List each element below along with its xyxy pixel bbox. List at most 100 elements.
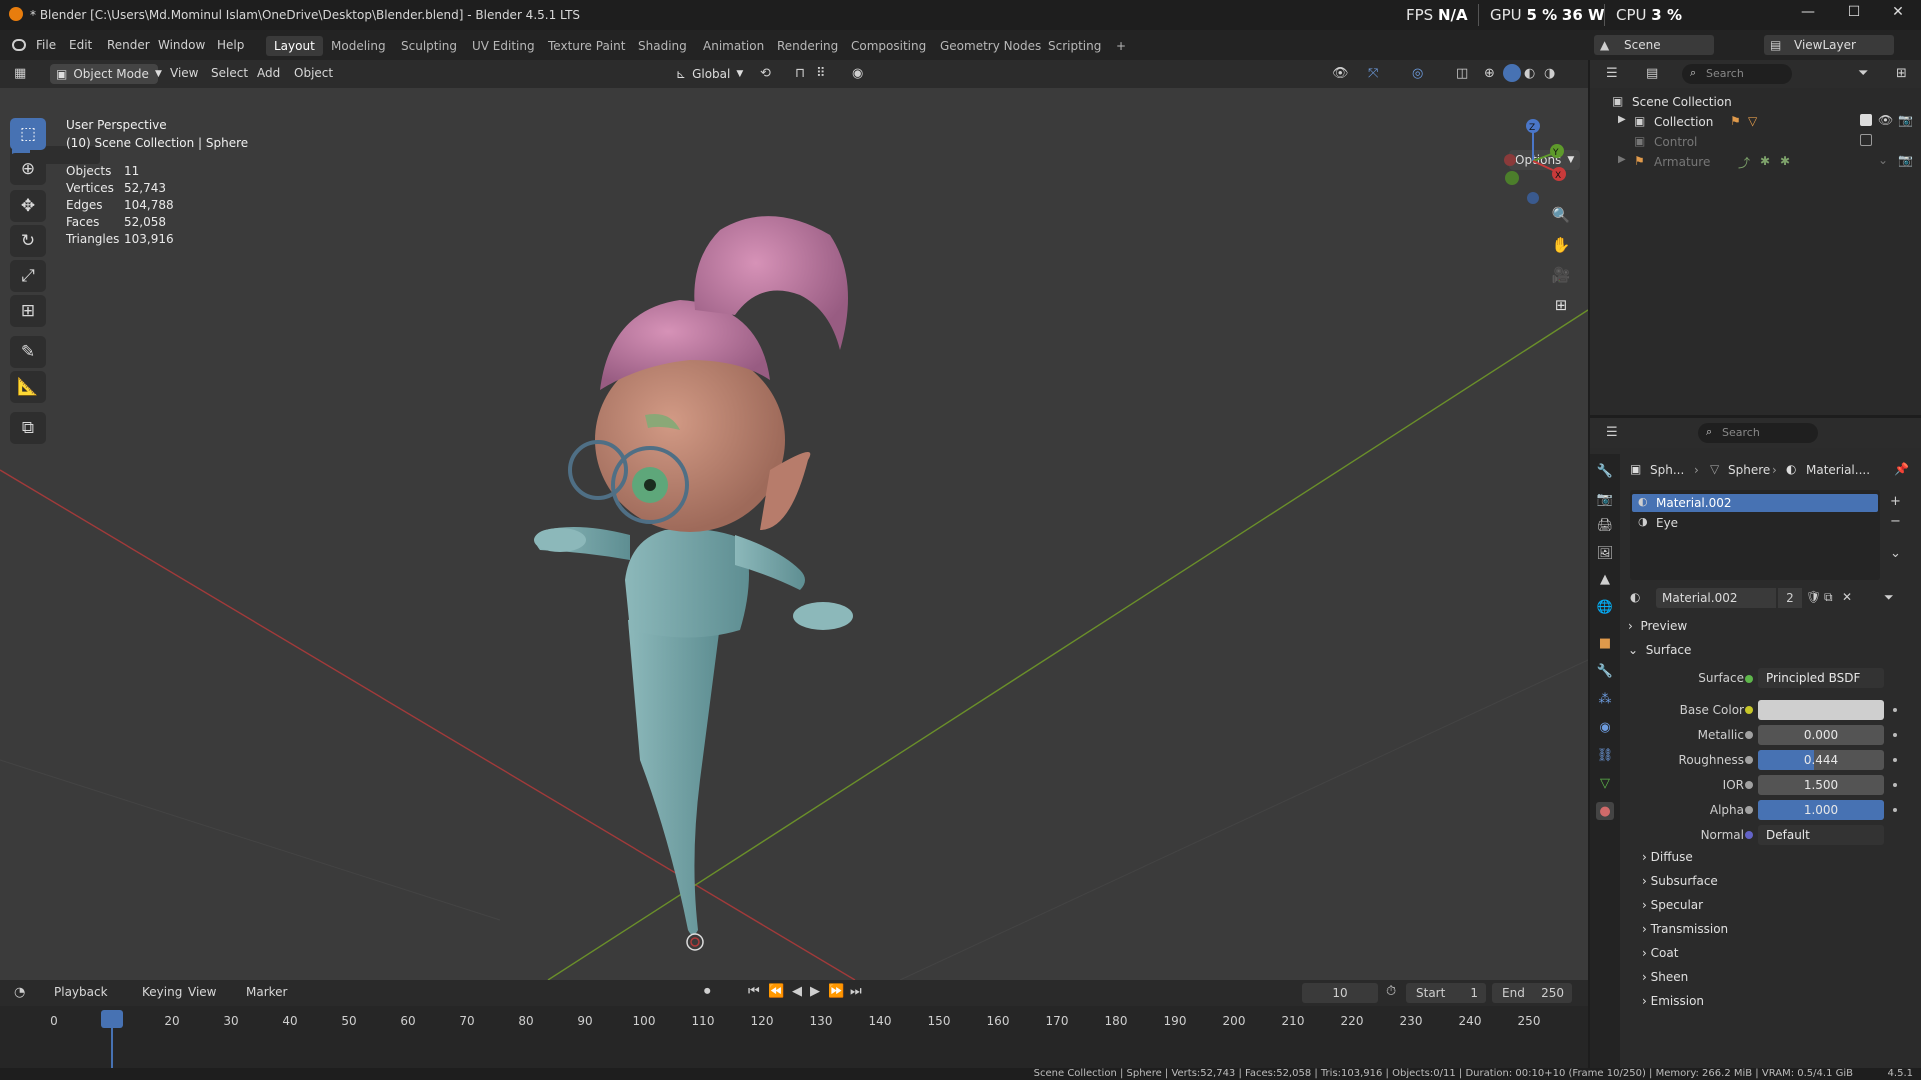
view-layer-selector[interactable]: ▤ ViewLayer <box>1764 35 1894 55</box>
ortho-grid-icon[interactable]: ⊞ <box>1548 292 1574 318</box>
material-datablock[interactable]: ◐ Material.002 2 🛡 ⧉ ✕ ⏷ <box>1626 588 1916 608</box>
outliner-row-scene-collection[interactable]: ▣ Scene Collection <box>1590 92 1921 112</box>
camera-render-icon[interactable]: 📷 <box>1898 153 1913 167</box>
close-button[interactable]: ✕ <box>1875 4 1921 26</box>
socket-icon[interactable] <box>1745 806 1753 814</box>
outliner-row-collection[interactable]: ▶ ▣ Collection ⚑ ▽ 👁 📷 <box>1590 112 1921 132</box>
material-slot-item[interactable]: ◑ Eye <box>1632 514 1878 532</box>
material-name-field[interactable]: Material.002 <box>1656 588 1776 608</box>
subpanel-header[interactable]: › Sheen <box>1642 970 1688 984</box>
tab-texture-paint[interactable]: Texture Paint <box>540 36 633 56</box>
mode-selector[interactable]: ▣ Object Mode ▼ <box>50 64 162 84</box>
display-mode-icon[interactable]: ▤ <box>1646 66 1658 81</box>
preview-panel-header[interactable]: › Preview <box>1628 619 1687 633</box>
editor-type-icon[interactable]: ☰ <box>1606 425 1618 440</box>
camera-render-icon[interactable]: 📷 <box>1898 113 1913 127</box>
node-filter-icon[interactable]: ⏷ <box>1884 590 1894 605</box>
world-tab-icon[interactable]: 🌐 <box>1596 598 1614 616</box>
scene-tab-icon[interactable]: ▲ <box>1596 570 1614 588</box>
property-field[interactable]: 1.500 <box>1758 775 1884 795</box>
menu-add[interactable]: Add <box>257 66 280 80</box>
socket-icon[interactable] <box>1745 706 1753 714</box>
menu-select[interactable]: Select <box>211 66 248 80</box>
wireframe-shading-icon[interactable]: ⊕ <box>1484 66 1495 81</box>
property-field[interactable] <box>1758 700 1884 720</box>
subpanel-header[interactable]: › Emission <box>1642 994 1704 1008</box>
socket-icon[interactable] <box>1745 731 1753 739</box>
tab-scripting[interactable]: Scripting <box>1040 36 1109 56</box>
new-collection-icon[interactable]: ⊞ <box>1896 66 1907 81</box>
tab-compositing[interactable]: Compositing <box>843 36 934 56</box>
zoom-icon[interactable]: 🔍 <box>1548 202 1574 228</box>
minimize-button[interactable]: — <box>1785 4 1831 26</box>
eye-icon[interactable]: 👁 <box>1878 113 1893 127</box>
tab-modeling[interactable]: Modeling <box>323 36 394 56</box>
timeline-ruler[interactable]: 0102030405060708090100110120130140150160… <box>0 980 1588 1068</box>
keyframe-dot-icon[interactable] <box>1893 783 1897 787</box>
pin-icon[interactable]: 📌 <box>1894 462 1909 476</box>
rotate-icon[interactable]: ↻ <box>10 225 46 257</box>
remove-slot-icon[interactable]: − <box>1890 514 1901 529</box>
particles-tab-icon[interactable]: ⁂ <box>1596 690 1614 708</box>
xray-icon[interactable]: ◫ <box>1456 66 1468 81</box>
filter-icon[interactable]: ⏷ <box>1858 66 1868 81</box>
surface-shader-field[interactable]: Principled BSDF <box>1758 668 1884 688</box>
tab-rendering[interactable]: Rendering <box>769 36 846 56</box>
subpanel-header[interactable]: › Specular <box>1642 898 1703 912</box>
menu-file[interactable]: File <box>36 38 56 52</box>
keyframe-dot-icon[interactable] <box>1893 733 1897 737</box>
rendered-shading-icon[interactable]: ◑ <box>1544 66 1555 81</box>
modifier-tab-icon[interactable]: 🔧 <box>1596 662 1614 680</box>
select-box-icon[interactable]: ⬚ <box>10 118 46 150</box>
material-slot-item[interactable]: ◐ Material.002 <box>1632 494 1878 512</box>
material-slot-list[interactable]: ◐ Material.002 ◑ Eye <box>1630 490 1880 580</box>
output-tab-icon[interactable]: 🖨 <box>1596 516 1614 534</box>
subpanel-header[interactable]: › Transmission <box>1642 922 1728 936</box>
menu-render[interactable]: Render <box>107 38 150 52</box>
tab-geometry-nodes[interactable]: Geometry Nodes <box>932 36 1049 56</box>
data-tab-icon[interactable]: ▽ <box>1596 774 1614 792</box>
property-field[interactable]: Default <box>1758 825 1884 845</box>
add-slot-icon[interactable]: + <box>1890 494 1901 509</box>
tab-shading[interactable]: Shading <box>630 36 695 56</box>
subpanel-header[interactable]: › Coat <box>1642 946 1678 960</box>
socket-icon[interactable] <box>1745 831 1753 839</box>
property-field[interactable]: 0.444 <box>1758 750 1884 770</box>
menu-window[interactable]: Window <box>158 38 205 52</box>
fake-user-icon[interactable]: 🛡 <box>1806 590 1821 604</box>
timeline[interactable]: ◔ Playback Keying View Marker ⏺ ⏮ ⏪ ◀ ▶ … <box>0 980 1588 1068</box>
outliner-row-armature[interactable]: ▶ ⚑ Armature ⤴ ✱ ✱ ⌄ 📷 <box>1590 152 1921 172</box>
collection-checkbox[interactable] <box>1860 134 1872 146</box>
keyframe-dot-icon[interactable] <box>1893 708 1897 712</box>
tool-tab-icon[interactable]: 🔧 <box>1596 462 1614 480</box>
transform-icon[interactable]: ⊞ <box>10 295 46 327</box>
physics-tab-icon[interactable]: ◉ <box>1596 718 1614 736</box>
proportional-edit-icon[interactable]: ◉ <box>852 66 863 81</box>
add-workspace-button[interactable]: + <box>1108 36 1134 56</box>
properties-editor[interactable]: ☰ ⌕ Search 🔧 📷 🖨 🖼 ▲ 🌐 ■ 🔧 ⁂ ◉ ⛓ ▽ ● ▣ S… <box>1590 418 1921 1068</box>
material-tab-icon[interactable]: ● <box>1596 802 1614 820</box>
breadcrumb-object[interactable]: Sph... <box>1650 463 1684 477</box>
breadcrumb-material[interactable]: Material.... <box>1806 463 1870 477</box>
menu-object[interactable]: Object <box>294 66 333 80</box>
socket-icon[interactable] <box>1745 756 1753 764</box>
tab-layout[interactable]: Layout <box>266 36 323 56</box>
property-field[interactable]: 0.000 <box>1758 725 1884 745</box>
view-layer-tab-icon[interactable]: 🖼 <box>1596 544 1614 562</box>
solid-shading-icon[interactable] <box>1503 64 1521 82</box>
scene-selector[interactable]: ▲ Scene <box>1594 35 1714 55</box>
menu-edit[interactable]: Edit <box>69 38 92 52</box>
gizmo-toggle-icon[interactable]: ⤧ <box>1368 66 1378 81</box>
maximize-button[interactable]: ☐ <box>1831 4 1877 26</box>
menu-view[interactable]: View <box>170 66 198 80</box>
transform-orientation[interactable]: ⊾ Global ▼ <box>670 64 749 84</box>
annotate-icon[interactable]: ✎ <box>10 336 46 368</box>
snap-icon[interactable]: ⊓ <box>795 66 805 81</box>
outliner-search[interactable]: ⌕ Search <box>1682 64 1792 84</box>
subpanel-header[interactable]: › Diffuse <box>1642 850 1693 864</box>
socket-icon[interactable] <box>1745 781 1753 789</box>
property-field[interactable]: 1.000 <box>1758 800 1884 820</box>
chevron-right-icon[interactable]: ▶ <box>1618 114 1626 125</box>
render-tab-icon[interactable]: 📷 <box>1596 490 1614 508</box>
breadcrumb-mesh[interactable]: Sphere <box>1728 463 1770 477</box>
